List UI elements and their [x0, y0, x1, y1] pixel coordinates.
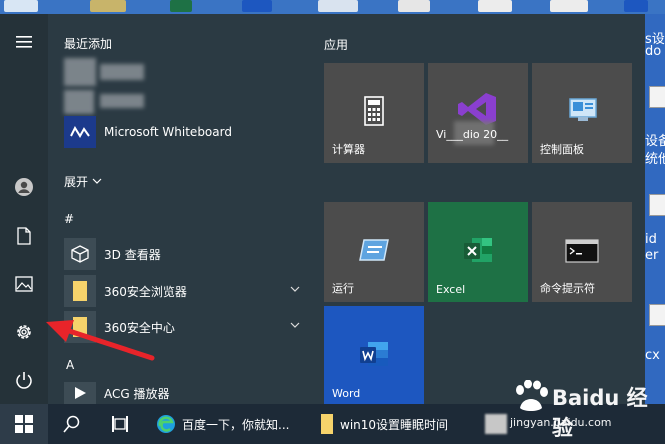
app-label: ACG 播放器 [104, 386, 170, 401]
tile-excel[interactable]: Excel [428, 202, 528, 302]
app-label: 360安全浏览器 [104, 284, 187, 299]
tile-word[interactable]: Word [324, 306, 424, 406]
baidu-paw-icon [516, 380, 548, 411]
tile-label: 命令提示符 [540, 282, 595, 295]
app-3d-viewer[interactable]: 3D 查看器 [64, 238, 304, 270]
chevron-down-icon[interactable] [290, 285, 300, 293]
tile-visual-studio[interactable]: Vi___dio 20__ [428, 63, 528, 163]
cube-icon [64, 238, 96, 270]
tile-label: 计算器 [332, 143, 365, 156]
cmd-icon [565, 239, 599, 263]
desktop-icon[interactable] [318, 0, 358, 12]
watermark-text: Baidu 经验 [552, 386, 648, 440]
app-label: 3D 查看器 [104, 247, 161, 262]
task-view-icon [112, 416, 128, 432]
tile-run[interactable]: 运行 [324, 202, 424, 302]
tile-calculator[interactable]: 计算器 [324, 63, 424, 163]
recent-app-blurred-2[interactable] [64, 88, 304, 116]
menu-icon[interactable] [8, 26, 40, 58]
desktop-icons-strip [0, 0, 665, 14]
tile-cmd[interactable]: 命令提示符 [532, 202, 632, 302]
desktop-icon[interactable] [624, 0, 648, 12]
desktop-icon[interactable] [90, 0, 126, 12]
start-button[interactable] [0, 404, 48, 444]
task-view-button[interactable] [104, 404, 136, 444]
desktop-label: 设备 [645, 134, 665, 149]
desktop-label: er [645, 248, 659, 263]
app-acg-player[interactable]: ACG 播放器 [64, 382, 304, 404]
recent-app-whiteboard[interactable]: Microsoft Whiteboard [64, 116, 304, 148]
recent-header: 最近添加 [64, 37, 113, 51]
desktop-right-edge: s设 do 设备 统他 id er cx [645, 14, 665, 404]
desktop-icon[interactable] [170, 0, 192, 12]
watermark-subtext: jingyan.baidu.com [510, 416, 612, 429]
document-icon[interactable] [8, 220, 40, 252]
desktop-icon[interactable] [242, 0, 272, 12]
folder-icon [321, 414, 333, 434]
chevron-down-icon[interactable] [290, 321, 300, 329]
group-letter[interactable]: # [64, 212, 74, 226]
desktop-label: id [645, 232, 657, 247]
desktop-label: do [645, 44, 662, 59]
run-icon [359, 239, 389, 261]
apps-header: 应用 [324, 38, 349, 52]
document-icon[interactable] [649, 86, 665, 108]
windows-icon [15, 415, 33, 433]
word-icon [360, 342, 388, 366]
desktop-label: cx [645, 348, 660, 363]
taskbar-label: win10设置睡眠时间 [340, 417, 449, 432]
app-label: Microsoft Whiteboard [104, 125, 232, 139]
desktop-icon[interactable] [550, 0, 588, 12]
acg-icon [64, 382, 96, 404]
desktop-icon[interactable] [478, 0, 512, 12]
user-icon[interactable] [8, 171, 40, 203]
app-icon [485, 414, 507, 434]
annotation-arrow [46, 320, 155, 361]
tile-label: Vi___dio 20__ [436, 128, 509, 141]
search-button[interactable] [56, 404, 88, 444]
recent-app-blurred[interactable] [64, 58, 304, 88]
pictures-icon[interactable] [8, 268, 40, 300]
tile-label: 运行 [332, 282, 354, 295]
desktop-label: 统他 [645, 152, 665, 167]
taskbar-folder[interactable]: win10设置睡眠时间 [312, 404, 480, 444]
tile-control-panel[interactable]: 控制面板 [532, 63, 632, 163]
taskbar-edge[interactable]: 百度一下，你就知... [150, 404, 312, 444]
tile-label: 控制面板 [540, 143, 584, 156]
document-icon[interactable] [649, 194, 665, 216]
taskbar-label: 百度一下，你就知... [182, 417, 290, 432]
calculator-icon [364, 96, 384, 126]
tile-label: Word [332, 387, 361, 400]
desktop-icon[interactable] [398, 0, 430, 12]
expand-label: 展开 [64, 174, 89, 189]
tile-label: Excel [436, 283, 466, 296]
excel-icon [464, 238, 492, 262]
search-icon [63, 415, 80, 433]
expand-button[interactable]: 展开 [64, 170, 124, 192]
edge-icon [157, 415, 175, 433]
document-icon[interactable] [649, 304, 665, 326]
whiteboard-icon [64, 116, 96, 148]
control-panel-icon [569, 98, 597, 121]
chevron-down-icon [92, 178, 102, 184]
baidu-watermark: Baidu 经验 jingyan.baidu.com [508, 380, 658, 440]
desktop-icon[interactable] [4, 0, 38, 12]
